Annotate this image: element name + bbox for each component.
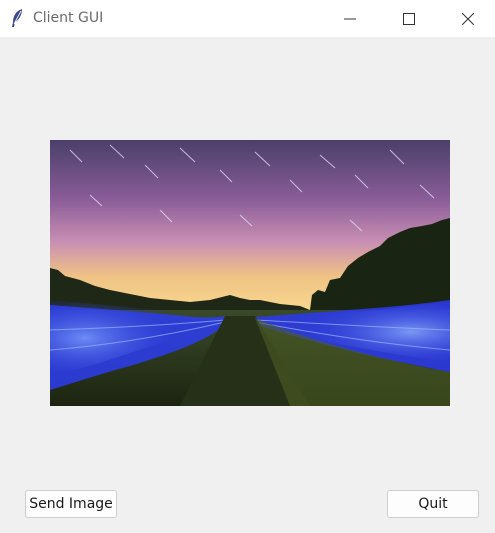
title-bar[interactable]: Client GUI — [0, 0, 495, 37]
client-gui-window: Client GUI Send Image Quit — [0, 0, 495, 533]
minimize-icon — [344, 13, 356, 25]
quit-button[interactable]: Quit — [387, 490, 479, 518]
maximize-button[interactable] — [386, 0, 432, 37]
close-button[interactable] — [445, 0, 491, 37]
feather-icon — [10, 8, 24, 28]
window-title: Client GUI — [33, 10, 104, 26]
minimize-button[interactable] — [327, 0, 373, 37]
send-image-button[interactable]: Send Image — [25, 490, 117, 518]
close-icon — [462, 12, 474, 25]
maximize-icon — [403, 12, 415, 25]
preview-image — [50, 140, 450, 406]
